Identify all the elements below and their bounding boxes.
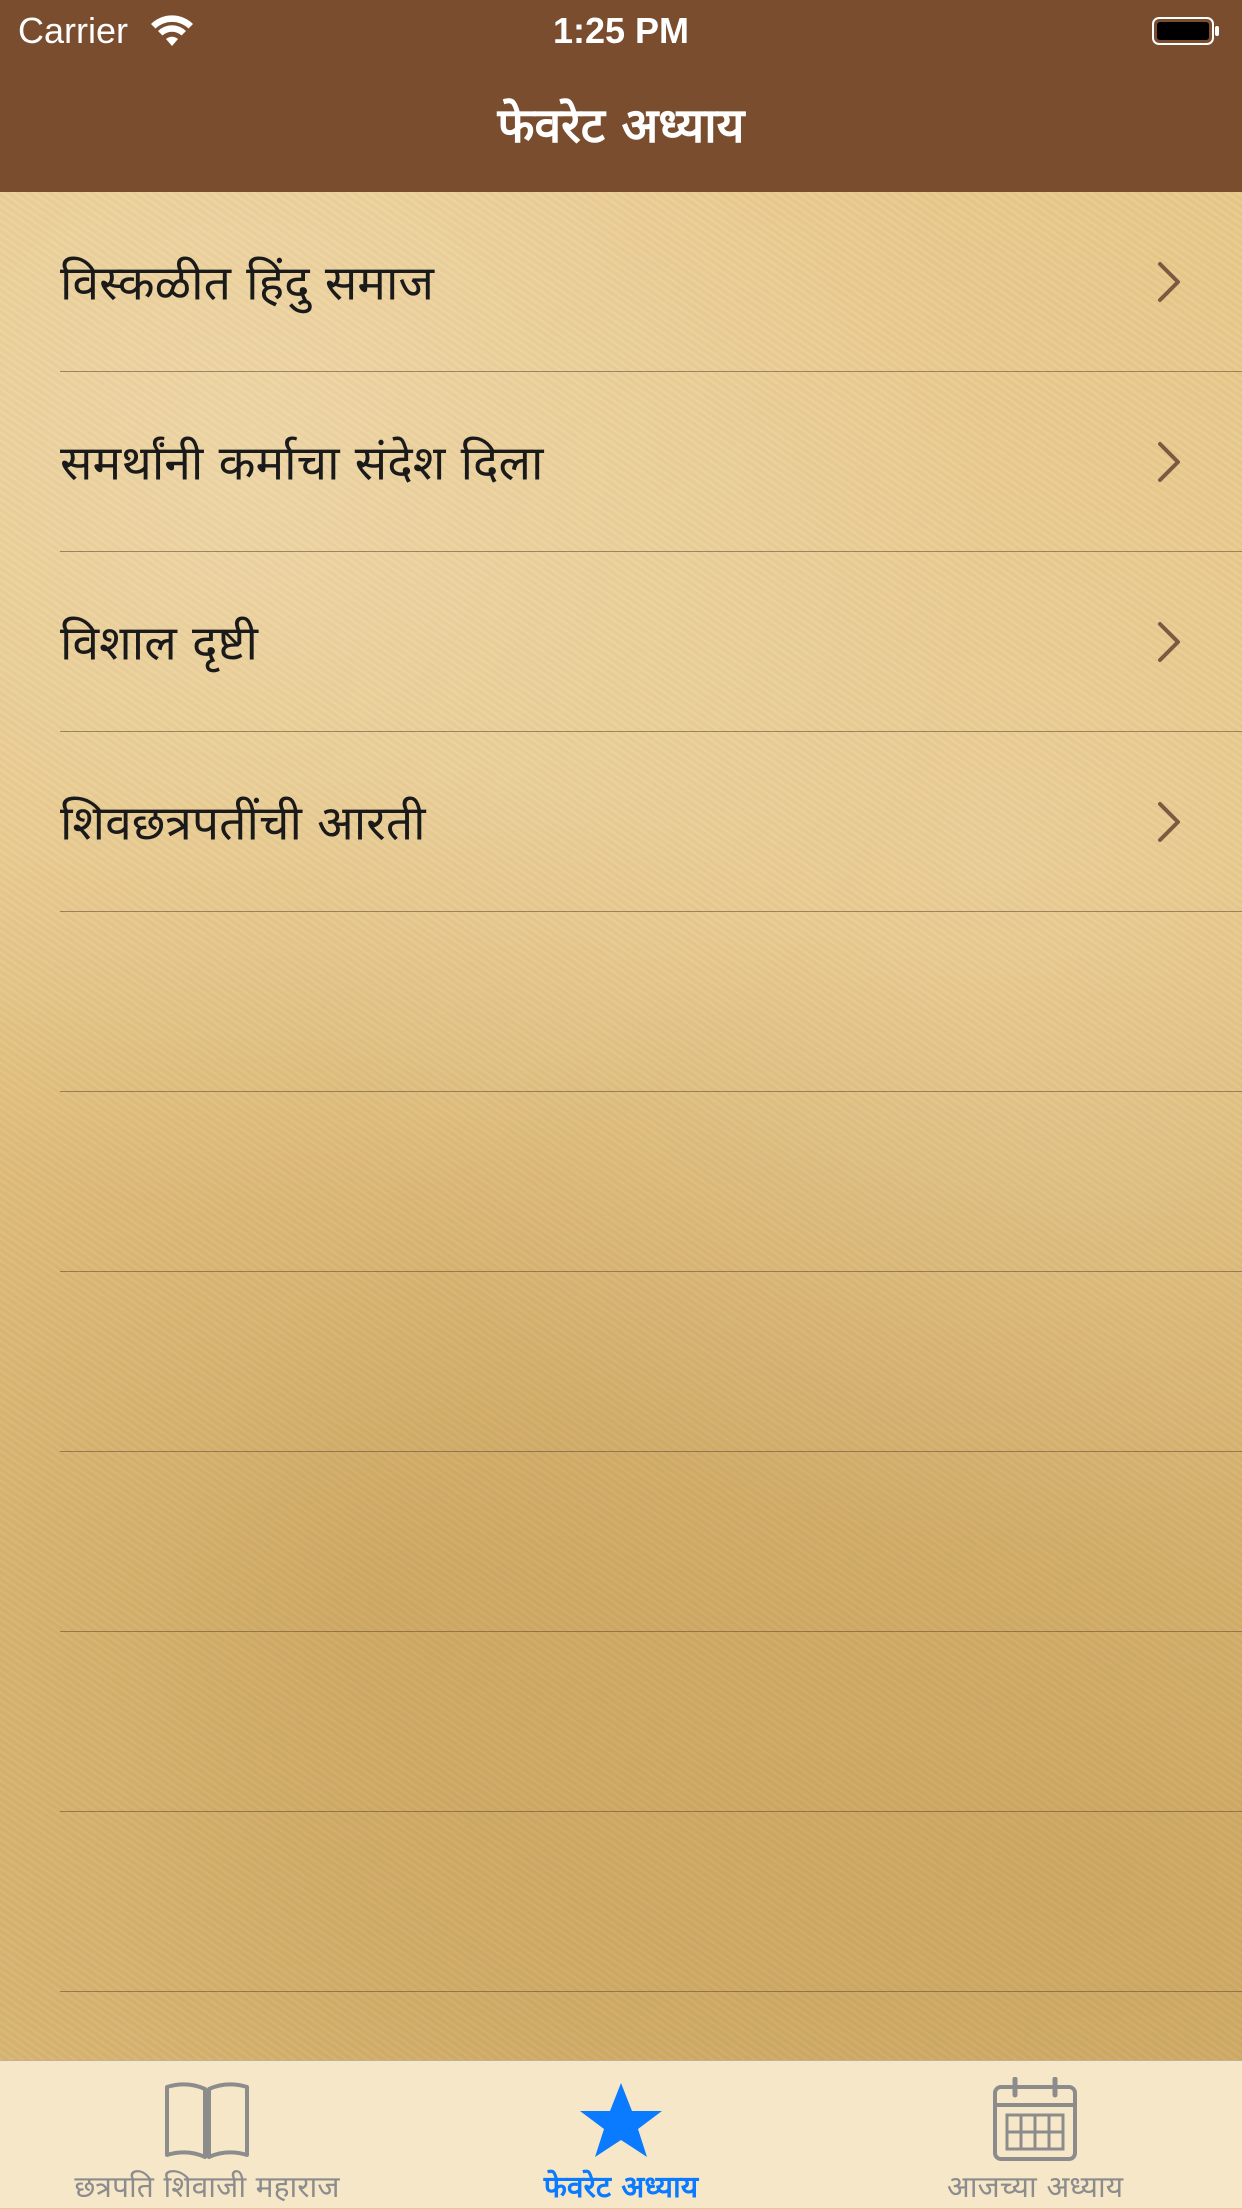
- list-item-label: विशाल दृष्टी: [60, 615, 258, 671]
- tab-bar: छत्रपति शिवाजी महाराज फेवरेट अध्याय आजच्…: [0, 2060, 1242, 2208]
- favorites-list: विस्कळीत हिंदु समाज समर्थांनी कर्माचा सं…: [0, 192, 1242, 2060]
- tab-label: आजच्या अध्याय: [946, 2170, 1124, 2205]
- empty-row: [60, 1632, 1242, 1812]
- chevron-right-icon: [1158, 261, 1180, 302]
- star-icon: [580, 2083, 662, 2157]
- empty-row: [60, 1092, 1242, 1272]
- chevron-right-icon: [1158, 621, 1180, 662]
- tab-label: फेवरेट अध्याय: [543, 2170, 699, 2205]
- status-time: 1:25 PM: [552, 10, 690, 51]
- empty-row: [60, 1812, 1242, 1992]
- empty-row: [60, 1272, 1242, 1452]
- list-item[interactable]: विशाल दृष्टी: [60, 552, 1242, 732]
- status-bar: Carrier 1:25 PM: [0, 0, 1242, 62]
- list-item[interactable]: शिवछत्रपतींची आरती: [60, 732, 1242, 912]
- header: Carrier 1:25 PM फेवरेट अध्याय: [0, 0, 1242, 192]
- list-item[interactable]: समर्थांनी कर्माचा संदेश दिला: [60, 372, 1242, 552]
- list-item-label: शिवछत्रपतींची आरती: [60, 795, 426, 851]
- calendar-icon: [993, 2077, 1077, 2161]
- book-icon: [165, 2082, 249, 2159]
- chevron-right-icon: [1158, 801, 1180, 842]
- empty-row: [60, 1452, 1242, 1632]
- battery-icon: [1152, 17, 1219, 45]
- list-item[interactable]: विस्कळीत हिंदु समाज: [60, 192, 1242, 372]
- list-item-label: समर्थांनी कर्माचा संदेश दिला: [60, 435, 544, 491]
- tab-favorite-chapters[interactable]: फेवरेट अध्याय: [414, 2061, 828, 2209]
- page-title: फेवरेट अध्याय: [497, 98, 745, 154]
- chevron-right-icon: [1158, 441, 1180, 482]
- empty-row: [60, 912, 1242, 1092]
- tab-chhatrapati-shivaji[interactable]: छत्रपति शिवाजी महाराज: [0, 2061, 414, 2209]
- list-item-label: विस्कळीत हिंदु समाज: [60, 255, 435, 311]
- tab-todays-chapter[interactable]: आजच्या अध्याय: [828, 2061, 1242, 2209]
- tab-label: छत्रपति शिवाजी महाराज: [74, 2170, 340, 2205]
